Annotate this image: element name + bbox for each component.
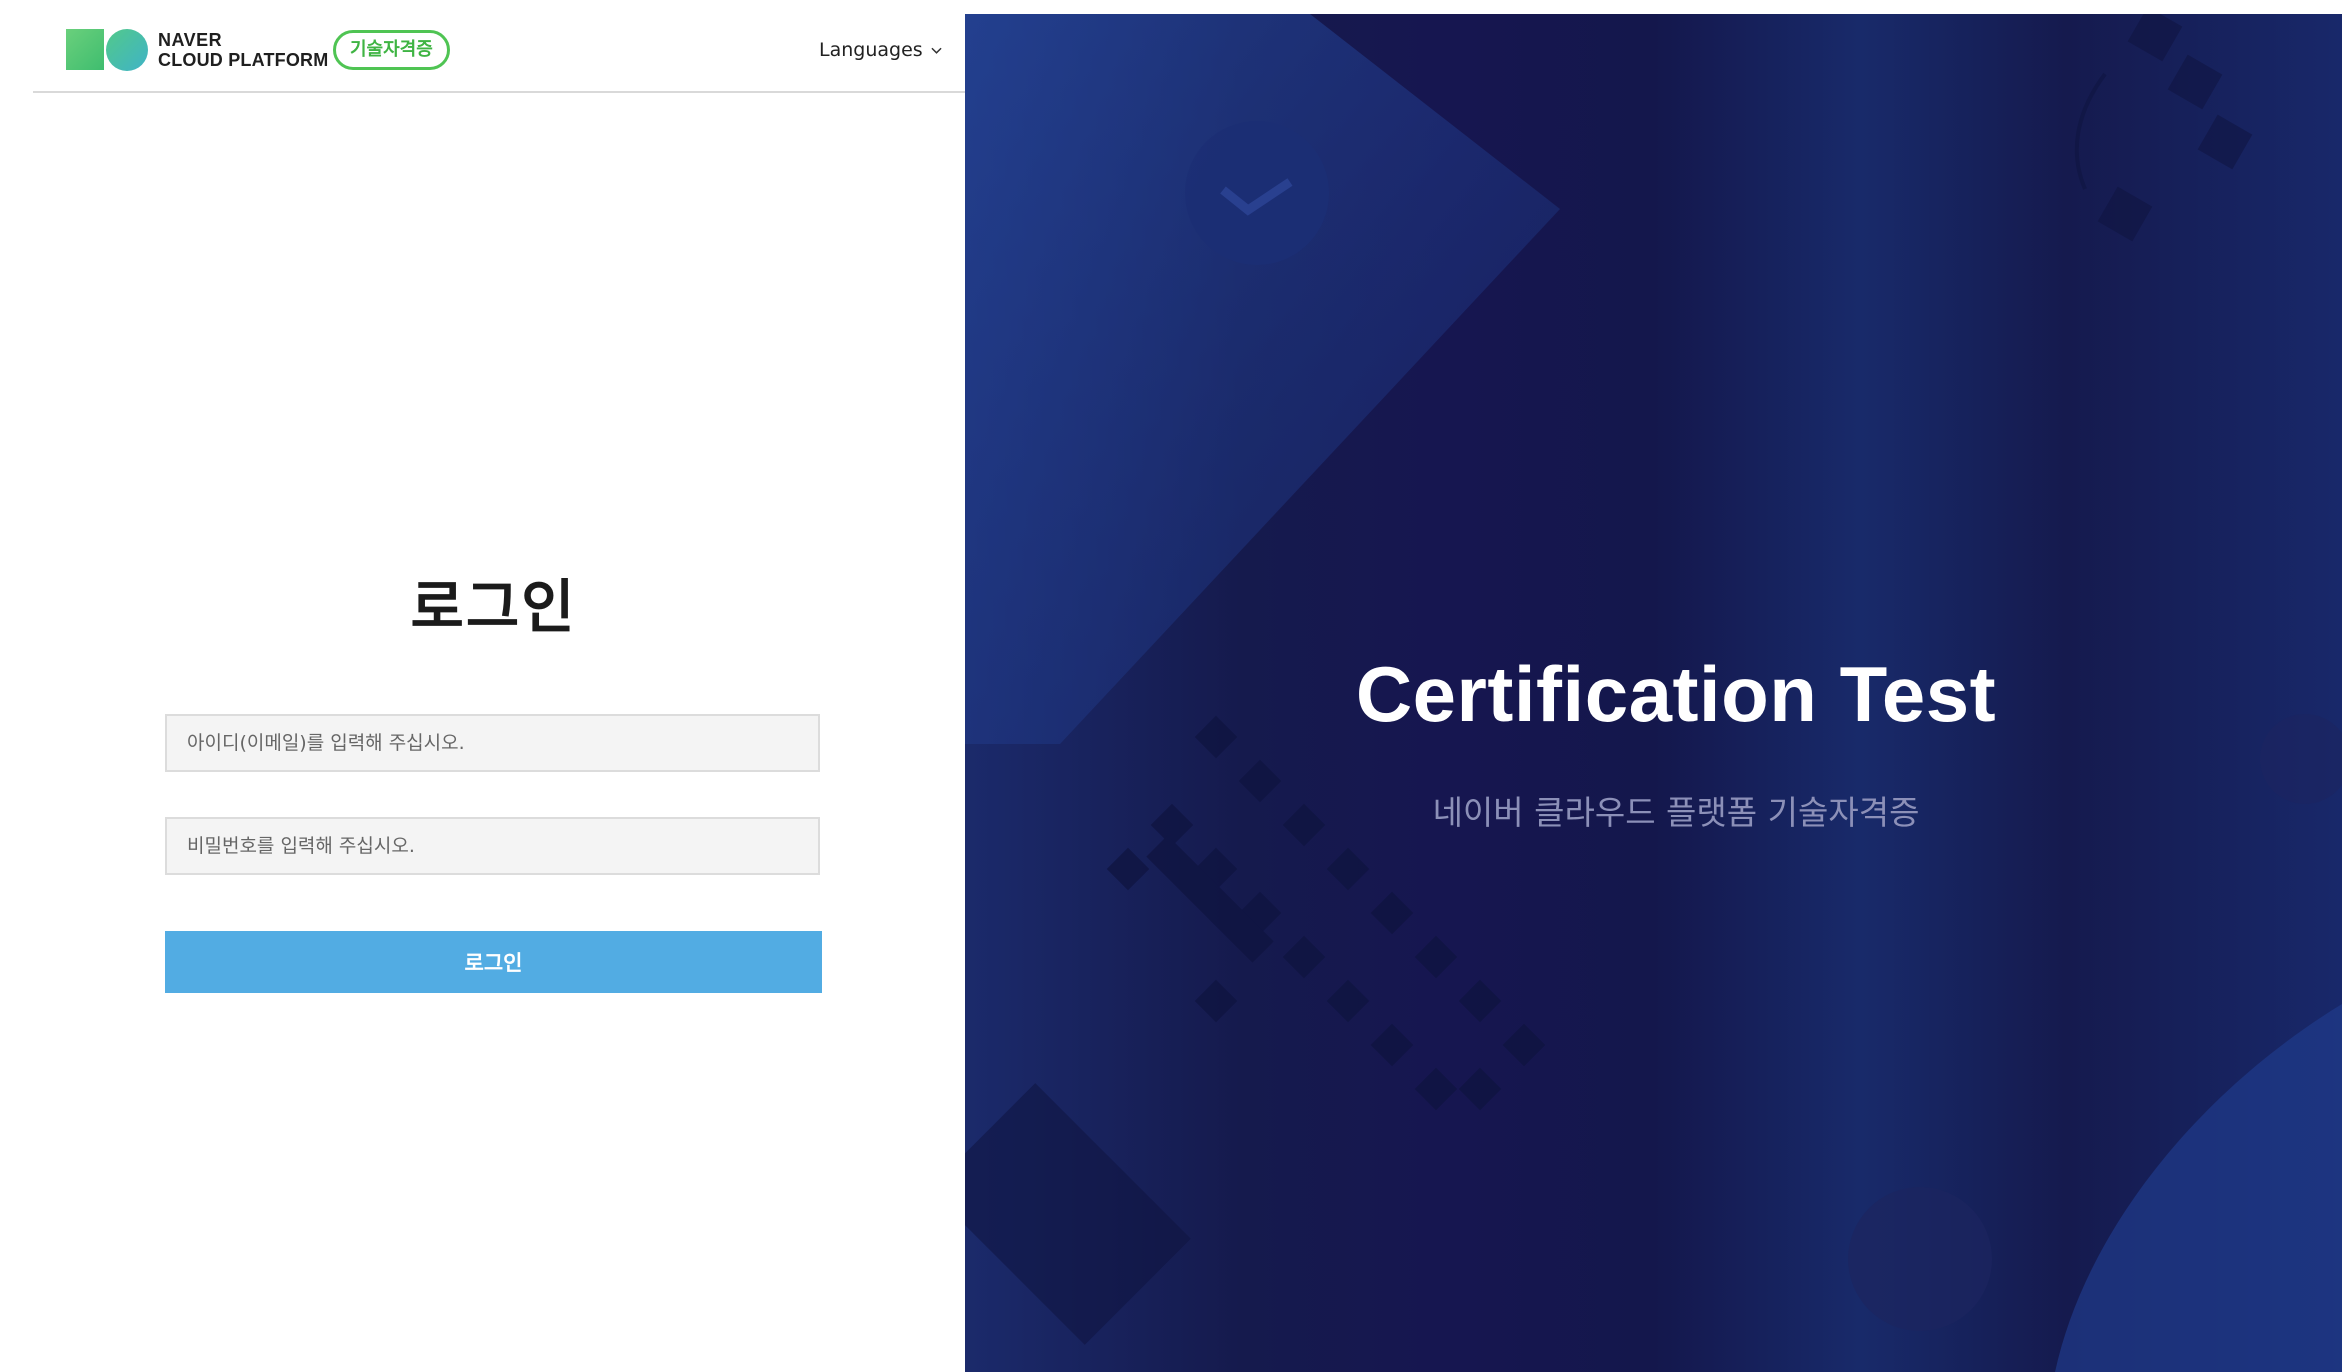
- chevron-down-icon: [931, 47, 942, 54]
- id-input[interactable]: [165, 714, 820, 772]
- brand-line-1: NAVER: [158, 30, 223, 50]
- logo-circle-icon: [106, 29, 148, 71]
- brand-name: NAVER CLOUD PLATFORM: [158, 30, 328, 70]
- naver-cloud-logo[interactable]: [66, 29, 148, 71]
- login-title: 로그인: [410, 573, 577, 641]
- hero-title: Certification Test: [1355, 650, 1997, 738]
- certification-badge: 기술자격증: [333, 30, 450, 70]
- login-panel: NAVER CLOUD PLATFORM 기술자격증 Languages 로그인…: [0, 0, 965, 1372]
- login-button[interactable]: 로그인: [165, 931, 822, 993]
- languages-label: Languages: [819, 39, 923, 61]
- logo-square-icon: [66, 29, 104, 70]
- hero-panel: Certification Test 네이버 클라우드 플랫폼 기술자격증: [965, 14, 2342, 1372]
- languages-dropdown[interactable]: Languages: [819, 39, 942, 61]
- brand-line-2: CLOUD PLATFORM: [158, 50, 329, 70]
- password-input[interactable]: [165, 817, 820, 875]
- hero-subtitle: 네이버 클라우드 플랫폼 기술자격증: [1432, 793, 1920, 832]
